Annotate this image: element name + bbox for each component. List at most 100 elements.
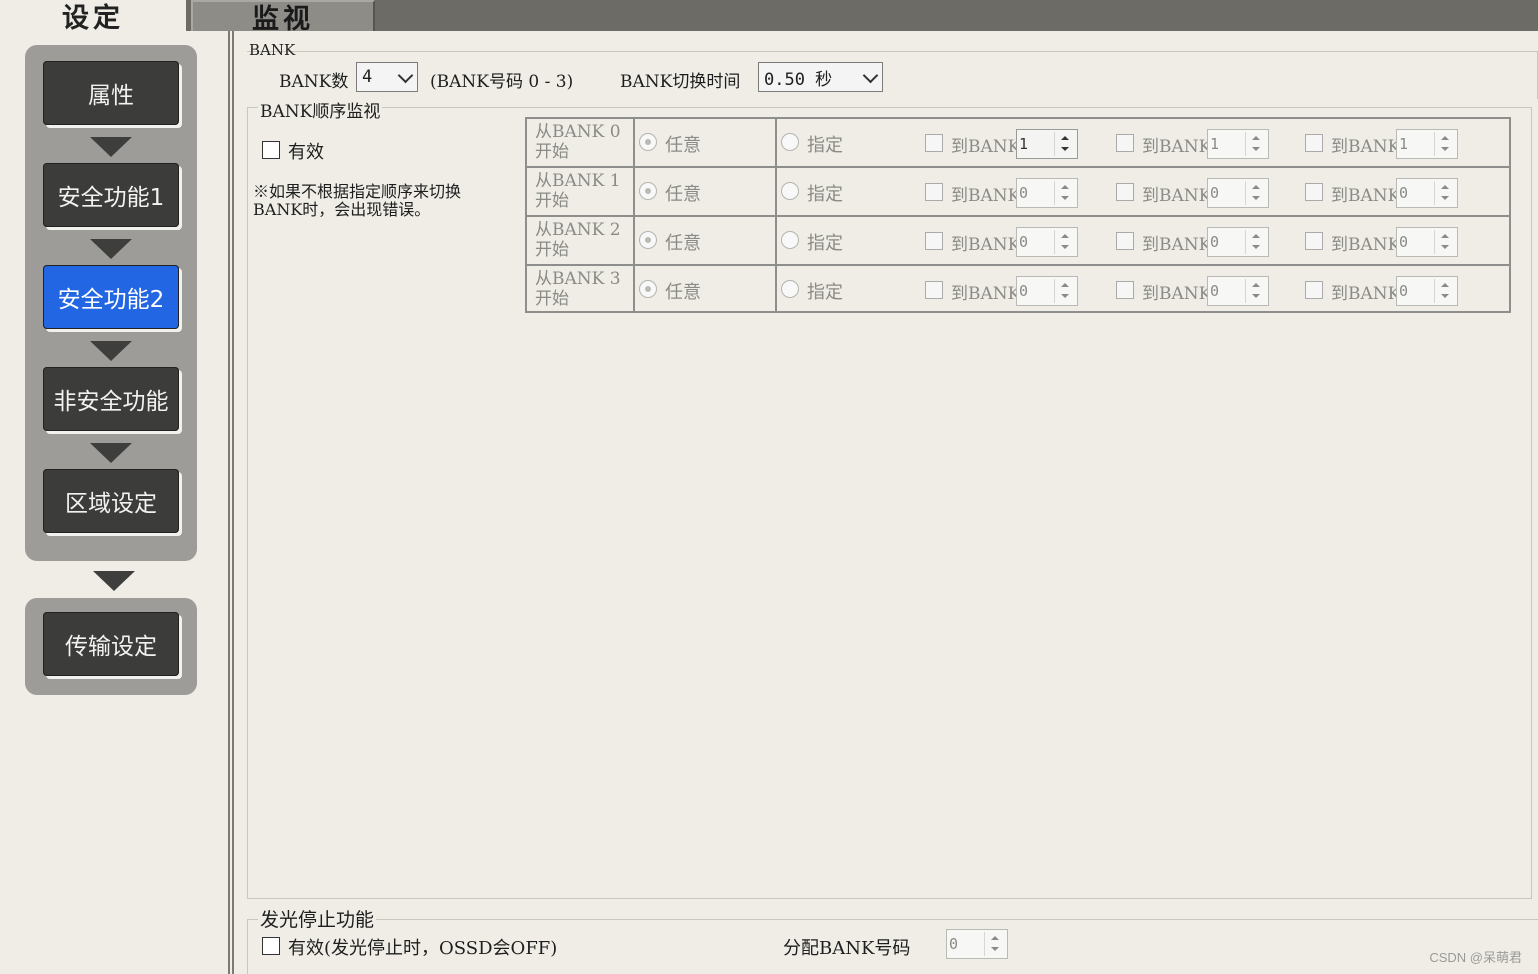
spin-up-icon	[1061, 185, 1069, 189]
to-bank-spinner[interactable]: 0	[1016, 227, 1078, 257]
spinner-buttons[interactable]	[1054, 181, 1075, 205]
spin-up-icon	[1252, 234, 1260, 238]
assign-bank-spinner[interactable]: 0	[946, 929, 1008, 959]
to-bank-checkbox[interactable]	[1116, 281, 1134, 299]
to-bank-spinner[interactable]: 0	[1016, 178, 1078, 208]
to-bank-value: 0	[1399, 184, 1409, 202]
to-bank-label: 到BANK	[951, 186, 1021, 206]
specify-radio[interactable]	[781, 182, 799, 200]
bank-count-label: BANK数	[279, 72, 349, 92]
spinner-buttons[interactable]	[1434, 181, 1455, 205]
spinner-buttons[interactable]	[1245, 132, 1266, 156]
to-bank-value: 0	[1019, 233, 1029, 251]
tab-monitor[interactable]: 监视	[191, 0, 375, 35]
spin-up-icon	[991, 936, 999, 940]
sidebar-item-non-safety[interactable]: 非安全功能	[43, 367, 179, 431]
spinner-buttons[interactable]	[1245, 230, 1266, 254]
watermark: CSDN @呆萌君	[1429, 950, 1522, 965]
to-bank-checkbox[interactable]	[925, 232, 943, 250]
sidebar-item-safety-2[interactable]: 安全功能2	[43, 265, 179, 329]
tab-settings[interactable]: 设定	[0, 0, 186, 34]
from-bank-line2: 开始	[535, 142, 569, 162]
bank-switch-time-select[interactable]: 0.50 秒	[758, 62, 883, 92]
table-row: 从BANK 0 开始 任意 指定 到BANK 1 到BANK 1 到BANK 1	[527, 119, 1509, 168]
spinner-buttons[interactable]	[1054, 230, 1075, 254]
to-bank-label: 到BANK	[1331, 186, 1401, 206]
sequence-valid-checkbox[interactable]	[262, 141, 280, 159]
table-row: 从BANK 1 开始 任意 指定 到BANK 0 到BANK 0 到BANK 0	[527, 168, 1509, 217]
any-radio[interactable]	[639, 231, 657, 249]
bank-count-select[interactable]: 4	[356, 62, 418, 92]
to-bank-spinner[interactable]: 0	[1207, 227, 1269, 257]
any-radio[interactable]	[639, 133, 657, 151]
sidebar-item-safety-1[interactable]: 安全功能1	[43, 163, 179, 227]
to-bank-checkbox[interactable]	[925, 281, 943, 299]
specify-radio[interactable]	[781, 280, 799, 298]
specify-label: 指定	[807, 135, 843, 156]
spinner-buttons[interactable]	[1245, 279, 1266, 303]
bank-group-title: BANK	[249, 41, 296, 59]
assign-bank-value: 0	[949, 935, 959, 953]
spin-up-icon	[1061, 234, 1069, 238]
sequence-note: ※如果不根据指定顺序来切换BANK时，会出现错误。	[253, 182, 462, 219]
spinner-buttons[interactable]	[1245, 181, 1266, 205]
specify-label: 指定	[807, 282, 843, 303]
to-bank-spinner[interactable]: 1	[1016, 129, 1078, 159]
from-bank-label: 从BANK 1 开始	[535, 171, 621, 211]
to-bank-checkbox[interactable]	[1305, 232, 1323, 250]
specify-radio[interactable]	[781, 133, 799, 151]
flow-arrow-icon	[90, 443, 132, 463]
bank-switch-time-label: BANK切换时间	[620, 72, 741, 92]
to-bank-spinner[interactable]: 0	[1396, 178, 1458, 208]
left-flow-panel: 属性 安全功能1 安全功能2 非安全功能 区域设定 传输设定	[0, 31, 228, 974]
to-bank-spinner[interactable]: 1	[1396, 129, 1458, 159]
spinner-buttons[interactable]	[984, 932, 1005, 956]
spin-up-icon	[1061, 136, 1069, 140]
to-bank-checkbox[interactable]	[1116, 183, 1134, 201]
to-bank-spinner[interactable]: 0	[1207, 276, 1269, 306]
to-bank-checkbox[interactable]	[1305, 281, 1323, 299]
spinner-buttons[interactable]	[1434, 279, 1455, 303]
to-bank-checkbox[interactable]	[1305, 183, 1323, 201]
spinner-buttons[interactable]	[1434, 230, 1455, 254]
specify-label: 指定	[807, 233, 843, 254]
any-radio[interactable]	[639, 280, 657, 298]
to-bank-spinner[interactable]: 0	[1016, 276, 1078, 306]
spinner-buttons[interactable]	[1054, 279, 1075, 303]
to-bank-value: 1	[1210, 135, 1220, 153]
to-bank-spinner[interactable]: 0	[1396, 227, 1458, 257]
to-bank-label: 到BANK	[951, 284, 1021, 304]
to-bank-checkbox[interactable]	[1116, 134, 1134, 152]
to-bank-checkbox[interactable]	[925, 134, 943, 152]
from-bank-line1: 从BANK 2	[535, 220, 621, 240]
sequence-table: 从BANK 0 开始 任意 指定 到BANK 1 到BANK 1 到BANK 1 …	[525, 117, 1511, 313]
to-bank-label: 到BANK	[951, 137, 1021, 157]
sidebar-item-zone-settings[interactable]: 区域设定	[43, 469, 179, 533]
any-radio[interactable]	[639, 182, 657, 200]
spin-down-icon	[1441, 294, 1449, 298]
sidebar-item-transfer-settings[interactable]: 传输设定	[43, 612, 179, 676]
to-bank-checkbox[interactable]	[1305, 134, 1323, 152]
emission-stop-valid-checkbox[interactable]	[262, 937, 280, 955]
table-row: 从BANK 3 开始 任意 指定 到BANK 0 到BANK 0 到BANK 0	[527, 266, 1509, 314]
panel-divider	[228, 31, 234, 974]
to-bank-label: 到BANK	[1331, 235, 1401, 255]
any-label: 任意	[665, 282, 701, 303]
from-bank-line2: 开始	[535, 191, 569, 211]
to-bank-checkbox[interactable]	[1116, 232, 1134, 250]
spin-down-icon	[1061, 294, 1069, 298]
spin-down-icon	[1252, 196, 1260, 200]
spinner-buttons[interactable]	[1434, 132, 1455, 156]
any-label: 任意	[665, 184, 701, 205]
specify-radio[interactable]	[781, 231, 799, 249]
spin-up-icon	[1252, 283, 1260, 287]
sidebar-item-properties[interactable]: 属性	[43, 61, 179, 125]
to-bank-spinner[interactable]: 0	[1207, 178, 1269, 208]
spinner-buttons[interactable]	[1054, 132, 1075, 156]
to-bank-checkbox[interactable]	[925, 183, 943, 201]
to-bank-value: 0	[1399, 233, 1409, 251]
to-bank-spinner[interactable]: 0	[1396, 276, 1458, 306]
bank-range-note: (BANK号码 0 - 3)	[430, 72, 574, 92]
spin-down-icon	[1252, 245, 1260, 249]
to-bank-spinner[interactable]: 1	[1207, 129, 1269, 159]
